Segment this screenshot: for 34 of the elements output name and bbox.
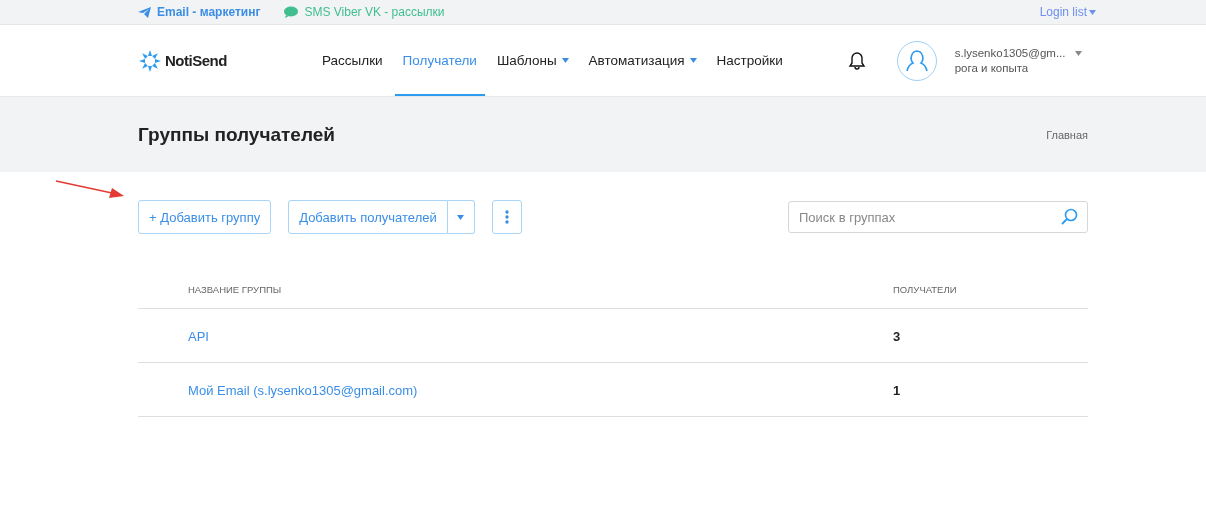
nav-tab[interactable]: Рассылки [314, 25, 391, 96]
top-link[interactable]: SMS Viber VK - рассылки [284, 5, 445, 19]
nav-tab[interactable]: Автоматизация [580, 25, 705, 96]
login-list-link[interactable]: Login list [1039, 5, 1096, 19]
caret-icon [457, 214, 465, 220]
caret-icon [1089, 9, 1096, 15]
nav-tab[interactable]: Шаблоны [488, 25, 577, 96]
chat-bubble-icon [284, 6, 299, 18]
add-recipients-button[interactable]: Добавить получателей [288, 200, 448, 234]
column-header: ПОЛУЧАТЕЛИ [893, 283, 958, 295]
column-header: НАЗВАНИЕ ГРУППЫ [188, 283, 283, 295]
search-icon[interactable] [1061, 208, 1078, 225]
group-link[interactable]: API [188, 328, 209, 344]
page-title: Группы получателей [138, 123, 335, 146]
group-link[interactable]: Мой Email (s.lysenko1305@gmail.com) [188, 382, 418, 398]
bell-icon[interactable] [846, 50, 867, 71]
search-field[interactable]: Поиск в группах [788, 201, 1088, 233]
recipient-count: 3 [893, 328, 901, 344]
annotation-arrow [54, 178, 126, 200]
nav-tab[interactable]: Настройки [708, 25, 791, 96]
breadcrumb-link[interactable]: Главная [1046, 128, 1088, 141]
add-group-button[interactable]: + Добавить группу [138, 200, 272, 234]
user-icon [905, 48, 928, 73]
kebab-menu-icon [504, 210, 509, 224]
caret-icon [1075, 50, 1083, 56]
top-link[interactable]: Email - маркетинг [138, 5, 261, 19]
logo-icon [138, 48, 162, 73]
paper-plane-icon [138, 6, 151, 18]
dropdown-button[interactable] [447, 200, 475, 234]
recipient-count: 1 [893, 382, 901, 398]
user-email[interactable]: s.lysenko1305@gm... [954, 47, 1083, 59]
company-name: рога и копыта [954, 62, 1030, 74]
logo[interactable]: NotiSend [138, 48, 314, 73]
more-button[interactable] [491, 200, 522, 234]
